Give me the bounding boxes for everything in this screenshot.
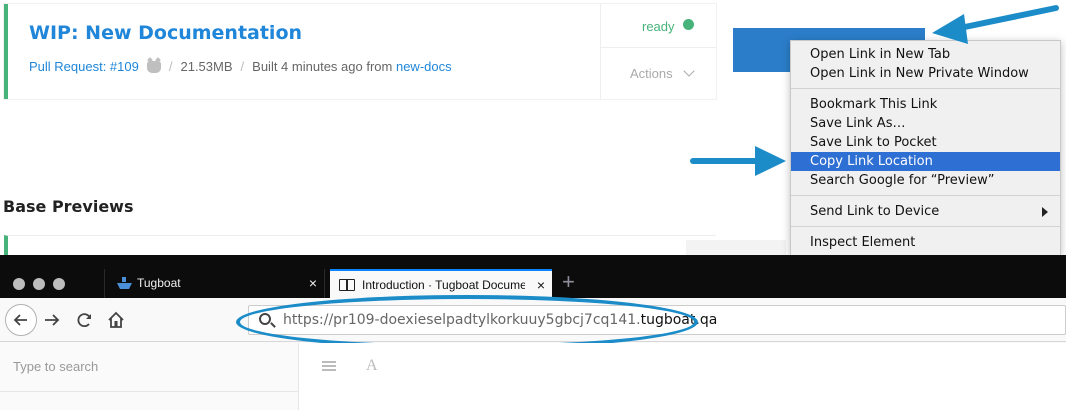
annotation-arrow-icon [690,146,786,176]
docs-sidebar: Type to search [0,343,299,410]
close-icon[interactable]: × [309,269,317,298]
annotation-arrow-icon [932,5,1059,44]
menu-item-copy-link-location[interactable]: Copy Link Location [791,152,1060,171]
navigation-bar: https://pr109-doexieselpadtylkorkuuy5gbc… [0,298,1066,342]
actions-dropdown[interactable]: Actions [600,48,716,99]
github-icon [146,60,161,73]
menu-separator [791,88,1060,89]
back-button[interactable] [5,304,37,336]
preview-dashboard: WIP: New Documentation Pull Request: #10… [0,0,1066,257]
tab-label: Introduction · Tugboat Documentation [362,278,525,292]
menu-item-search-google[interactable]: Search Google for “Preview” [791,171,1060,190]
book-icon [339,279,355,291]
home-button[interactable] [102,306,130,334]
status-dot-icon [683,19,694,30]
docs-content: Type to search A [0,343,1066,410]
tab-bar: Tugboat × Introduction · Tugboat Documen… [0,255,1066,298]
search-icon [259,313,271,325]
window-zoom-icon[interactable] [53,278,65,290]
chevron-down-icon [683,65,695,77]
status-cell: ready [600,4,716,48]
tab-introduction[interactable]: Introduction · Tugboat Documentation × [330,269,552,298]
actions-label: Actions [630,66,673,81]
divider [0,391,299,392]
built-text: Built 4 minutes ago from new-docs [252,59,452,74]
meta-separator: / [168,59,173,74]
menu-item-open-new-tab[interactable]: Open Link in New Tab [791,45,1060,64]
forward-button[interactable] [38,306,66,334]
url-text: https://pr109-doexieselpadtylkorkuuy5gbc… [283,312,718,328]
preview-title[interactable]: WIP: New Documentation [29,22,302,44]
menu-item-bookmark-link[interactable]: Bookmark This Link [791,95,1060,114]
base-preview-card [4,235,716,257]
tab-label: Tugboat [137,276,181,290]
preview-size: 21.53MB [180,59,233,74]
pull-request-link[interactable]: Pull Request: #109 [29,59,139,74]
window-minimize-icon[interactable] [33,278,45,290]
section-title: Base Previews [3,197,134,216]
boat-icon [117,277,132,289]
reload-icon [77,313,91,328]
forward-arrow-icon [45,314,60,326]
menu-icon[interactable] [322,361,336,371]
back-arrow-icon [13,314,27,326]
window-close-icon[interactable] [13,278,25,290]
meta-separator: / [240,59,245,74]
home-icon [108,311,124,328]
menu-item-send-to-device[interactable]: Send Link to Device [791,202,1060,221]
submenu-arrow-icon [1042,207,1048,217]
new-tab-icon[interactable]: + [562,267,575,297]
tab-tugboat[interactable]: Tugboat × [104,269,325,298]
menu-separator [791,226,1060,227]
menu-item-save-link-as[interactable]: Save Link As… [791,114,1060,133]
context-menu: Open Link in New Tab Open Link in New Pr… [790,40,1061,255]
card-placeholder [686,240,786,255]
preview-meta: Pull Request: #109 / 21.53MB / Built 4 m… [29,59,452,74]
font-settings-icon[interactable]: A [366,357,378,375]
menu-item-inspect-element[interactable]: Inspect Element [791,233,1060,252]
menu-item-save-to-pocket[interactable]: Save Link to Pocket [791,133,1060,152]
menu-separator [791,195,1060,196]
status-label: ready [642,19,675,34]
url-bar[interactable]: https://pr109-doexieselpadtylkorkuuy5gbc… [248,305,1066,335]
docs-search-input[interactable]: Type to search [13,359,98,374]
close-icon[interactable]: × [537,271,545,300]
branch-link[interactable]: new-docs [396,59,452,74]
reload-button[interactable] [70,306,98,334]
browser-window: Tugboat × Introduction · Tugboat Documen… [0,255,1066,410]
menu-item-open-private-window[interactable]: Open Link in New Private Window [791,64,1060,83]
